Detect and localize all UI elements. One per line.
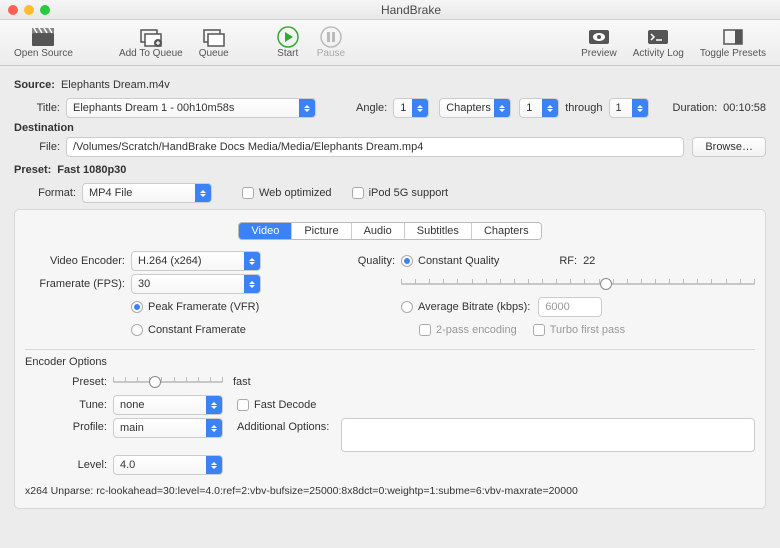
twopass-label: 2-pass encoding: [436, 324, 517, 336]
range-to-select[interactable]: 1: [609, 98, 649, 118]
duration-label: Duration:: [673, 102, 718, 114]
format-label: Format:: [14, 187, 76, 199]
terminal-icon: [645, 26, 671, 48]
queue-icon: [201, 26, 227, 48]
ipod-label: iPod 5G support: [369, 187, 449, 199]
peak-framerate-radio[interactable]: [131, 301, 143, 313]
duration-value: 00:10:58: [723, 102, 766, 114]
quality-label: Quality:: [345, 255, 395, 267]
rf-label: RF:: [559, 255, 577, 267]
encoder-select[interactable]: H.264 (x264): [131, 251, 261, 271]
minimize-icon[interactable]: [24, 5, 34, 15]
toolbar: Open Source Add To Queue Queue Start Pau…: [0, 20, 780, 66]
ipod-checkbox[interactable]: [352, 187, 364, 199]
peak-framerate-label: Peak Framerate (VFR): [148, 301, 259, 313]
toggle-presets-button[interactable]: Toggle Presets: [692, 24, 774, 61]
tab-video[interactable]: Video: [239, 223, 292, 239]
preset-value: Fast 1080p30: [57, 164, 126, 176]
close-icon[interactable]: [8, 5, 18, 15]
constant-framerate-label: Constant Framerate: [148, 324, 246, 336]
preset-label: Preset:: [14, 164, 51, 176]
constant-quality-radio[interactable]: [401, 255, 413, 267]
turbo-label: Turbo first pass: [550, 324, 625, 336]
window-controls[interactable]: [8, 5, 50, 15]
destination-section: Destination: [14, 122, 766, 134]
format-select[interactable]: MP4 File: [82, 183, 212, 203]
preset-slider-label: Preset:: [25, 376, 107, 388]
preview-button[interactable]: Preview: [573, 24, 625, 61]
avg-bitrate-radio[interactable]: [401, 301, 413, 313]
angle-select[interactable]: 1: [393, 98, 429, 118]
titlebar: HandBrake: [0, 0, 780, 20]
tab-picture[interactable]: Picture: [292, 223, 351, 239]
file-label: File:: [14, 141, 60, 153]
fast-decode-label: Fast Decode: [254, 399, 316, 411]
fps-select[interactable]: 30: [131, 274, 261, 294]
level-select[interactable]: 4.0: [113, 455, 223, 475]
level-label: Level:: [25, 459, 107, 471]
addl-options-field[interactable]: [341, 418, 755, 452]
tab-subtitles[interactable]: Subtitles: [405, 223, 472, 239]
tune-label: Tune:: [25, 399, 107, 411]
angle-label: Angle:: [356, 102, 387, 114]
open-source-button[interactable]: Open Source: [6, 24, 81, 61]
profile-label: Profile:: [25, 418, 107, 433]
title-select[interactable]: Elephants Dream 1 - 00h10m58s: [66, 98, 316, 118]
start-button[interactable]: Start: [267, 24, 309, 61]
activity-log-button[interactable]: Activity Log: [625, 24, 692, 61]
title-label: Title:: [14, 102, 60, 114]
avg-bitrate-label: Average Bitrate (kbps):: [418, 301, 530, 313]
web-optimized-label: Web optimized: [259, 187, 332, 199]
fast-decode-checkbox[interactable]: [237, 399, 249, 411]
source-label: Source:: [14, 79, 55, 91]
tab-audio[interactable]: Audio: [352, 223, 405, 239]
queue-button[interactable]: Queue: [191, 24, 237, 61]
through-label: through: [565, 102, 602, 114]
file-field[interactable]: /Volumes/Scratch/HandBrake Docs Media/Me…: [66, 137, 684, 157]
turbo-checkbox: [533, 324, 545, 336]
avg-bitrate-field[interactable]: 6000: [538, 297, 602, 317]
add-to-queue-button[interactable]: Add To Queue: [111, 24, 191, 61]
quality-slider[interactable]: [401, 277, 755, 291]
preset-slider-value: fast: [233, 376, 251, 388]
rf-value: 22: [583, 255, 595, 267]
preset-slider[interactable]: [113, 375, 223, 389]
range-type-select[interactable]: Chapters: [439, 98, 511, 118]
constant-framerate-radio[interactable]: [131, 324, 143, 336]
twopass-checkbox: [419, 324, 431, 336]
encoder-label: Video Encoder:: [25, 255, 125, 267]
tab-chapters[interactable]: Chapters: [472, 223, 541, 239]
tab-group: Video Picture Audio Subtitles Chapters: [238, 222, 541, 240]
pause-icon: [318, 26, 344, 48]
addl-options-label: Additional Options:: [237, 418, 329, 433]
settings-card: Video Picture Audio Subtitles Chapters V…: [14, 209, 766, 509]
play-icon: [275, 26, 301, 48]
panel-icon: [720, 26, 746, 48]
constant-quality-label: Constant Quality: [418, 255, 499, 267]
tune-select[interactable]: none: [113, 395, 223, 415]
add-queue-icon: [138, 26, 164, 48]
range-from-select[interactable]: 1: [519, 98, 559, 118]
pause-button: Pause: [309, 24, 353, 61]
window-title: HandBrake: [50, 3, 772, 17]
zoom-icon[interactable]: [40, 5, 50, 15]
encoder-options-section: Encoder Options: [25, 356, 755, 368]
eye-icon: [586, 26, 612, 48]
source-value: Elephants Dream.m4v: [61, 79, 170, 91]
unparse-text: x264 Unparse: rc-lookahead=30:level=4.0:…: [25, 485, 578, 497]
browse-button[interactable]: Browse…: [692, 137, 766, 157]
clapper-icon: [30, 26, 56, 48]
web-optimized-checkbox[interactable]: [242, 187, 254, 199]
profile-select[interactable]: main: [113, 418, 223, 438]
fps-label: Framerate (FPS):: [25, 278, 125, 290]
